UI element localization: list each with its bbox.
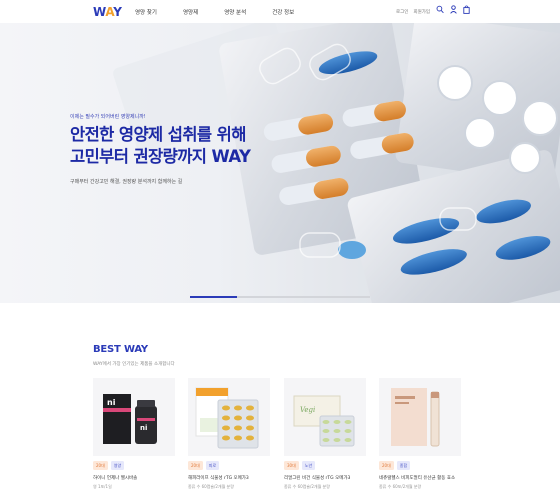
product-image[interactable]: ni ni (93, 378, 175, 456)
product-desc: 종류 수 60포/2개월 분량 (379, 484, 422, 489)
login-link[interactable]: 로그인 (396, 9, 408, 15)
product-card[interactable]: 20대 피로 해피라이프 식물성 rTG 오메가3 종류 수 60캡슐/2개월 … (188, 378, 270, 490)
product-tag: 피로 (205, 461, 220, 470)
slide-progress[interactable] (190, 296, 370, 298)
section-title: BEST WAY (93, 344, 148, 355)
hero-eyebrow: 이제는 필수가 되어버린 영양제니까! (70, 114, 146, 120)
section-subtitle: WAY에서 가장 인기있는 제품을 소개합니다 (93, 362, 175, 367)
signup-link[interactable]: 회원가입 (413, 9, 430, 15)
product-tag: 30대 (284, 461, 299, 470)
user-icon[interactable] (450, 5, 457, 14)
nav-item-supplements[interactable]: 영양제 (183, 8, 198, 16)
slide-progress-fill (190, 296, 237, 298)
product-card[interactable]: 20대 종합 네츄럴헬스 비피도멀티 유산균 활동 효소 종류 수 60포/2개… (379, 378, 461, 490)
site-header: WAY 영양 찾기 영양제 영양 분석 건강 정보 로그인 회원가입 (0, 0, 560, 23)
cart-icon[interactable] (463, 5, 470, 14)
brand-logo[interactable]: WAY (93, 5, 122, 19)
nav-item-find[interactable]: 영양 찾기 (135, 8, 157, 16)
product-tag: 20대 (379, 461, 394, 470)
util-links: 로그인 회원가입 (396, 0, 430, 23)
product-image[interactable] (379, 378, 461, 456)
product-image[interactable]: Vegi (284, 378, 366, 456)
hero-title: 안전한 영양제 섭취를 위해 고민부터 권장량까지 WAY (70, 124, 251, 168)
header-icons (436, 5, 470, 14)
hero-description: 구매부터 간강고민 해결, 권장량 분석까지 함께하는 길 (70, 179, 183, 185)
product-tag: 20대 (188, 461, 203, 470)
hero-banner: 이제는 필수가 되어버린 영양제니까! 안전한 영양제 섭취를 위해 고민부터 … (0, 23, 560, 303)
svg-text:ni: ni (140, 424, 147, 432)
hero-title-line2: 고민부터 권장량까지 WAY (70, 147, 251, 166)
product-tag: 영양 (110, 461, 125, 470)
product-desc: 종류 수 60캡슐/2개월 분량 (284, 484, 330, 489)
product-desc: 영 1포/1일 (93, 484, 112, 489)
product-name[interactable]: 해피라이프 식물성 rTG 오메가3 (188, 475, 270, 481)
product-desc: 종류 수 60캡슐/2개월 분량 (188, 484, 234, 489)
main-nav: 영양 찾기 영양제 영양 분석 건강 정보 (135, 0, 320, 23)
svg-text:Vegi: Vegi (300, 406, 315, 414)
svg-text:ni: ni (107, 398, 116, 407)
search-icon[interactable] (436, 5, 444, 14)
hero-title-line1: 안전한 영양제 섭취를 위해 (70, 125, 246, 144)
product-image[interactable] (188, 378, 270, 456)
product-card[interactable]: ni ni 20대 영양 하이니 언제나 헬시바솔 영 1포/1일 (93, 378, 175, 490)
product-name[interactable]: 네츄럴헬스 비피도멀티 유산균 활동 효소 (379, 475, 461, 481)
nav-item-health-info[interactable]: 건강 정보 (272, 8, 294, 16)
product-card[interactable]: Vegi 30대 노년 리얼그린 비건 식물성 rTG 오메가3 종류 수 60… (284, 378, 366, 490)
product-tag: 노년 (301, 461, 316, 470)
product-name[interactable]: 리얼그린 비건 식물성 rTG 오메가3 (284, 475, 366, 481)
nav-item-analysis[interactable]: 영양 분석 (224, 8, 246, 16)
product-tag: 20대 (93, 461, 108, 470)
product-tag: 종합 (396, 461, 411, 470)
product-name[interactable]: 하이니 언제나 헬시바솔 (93, 475, 175, 481)
